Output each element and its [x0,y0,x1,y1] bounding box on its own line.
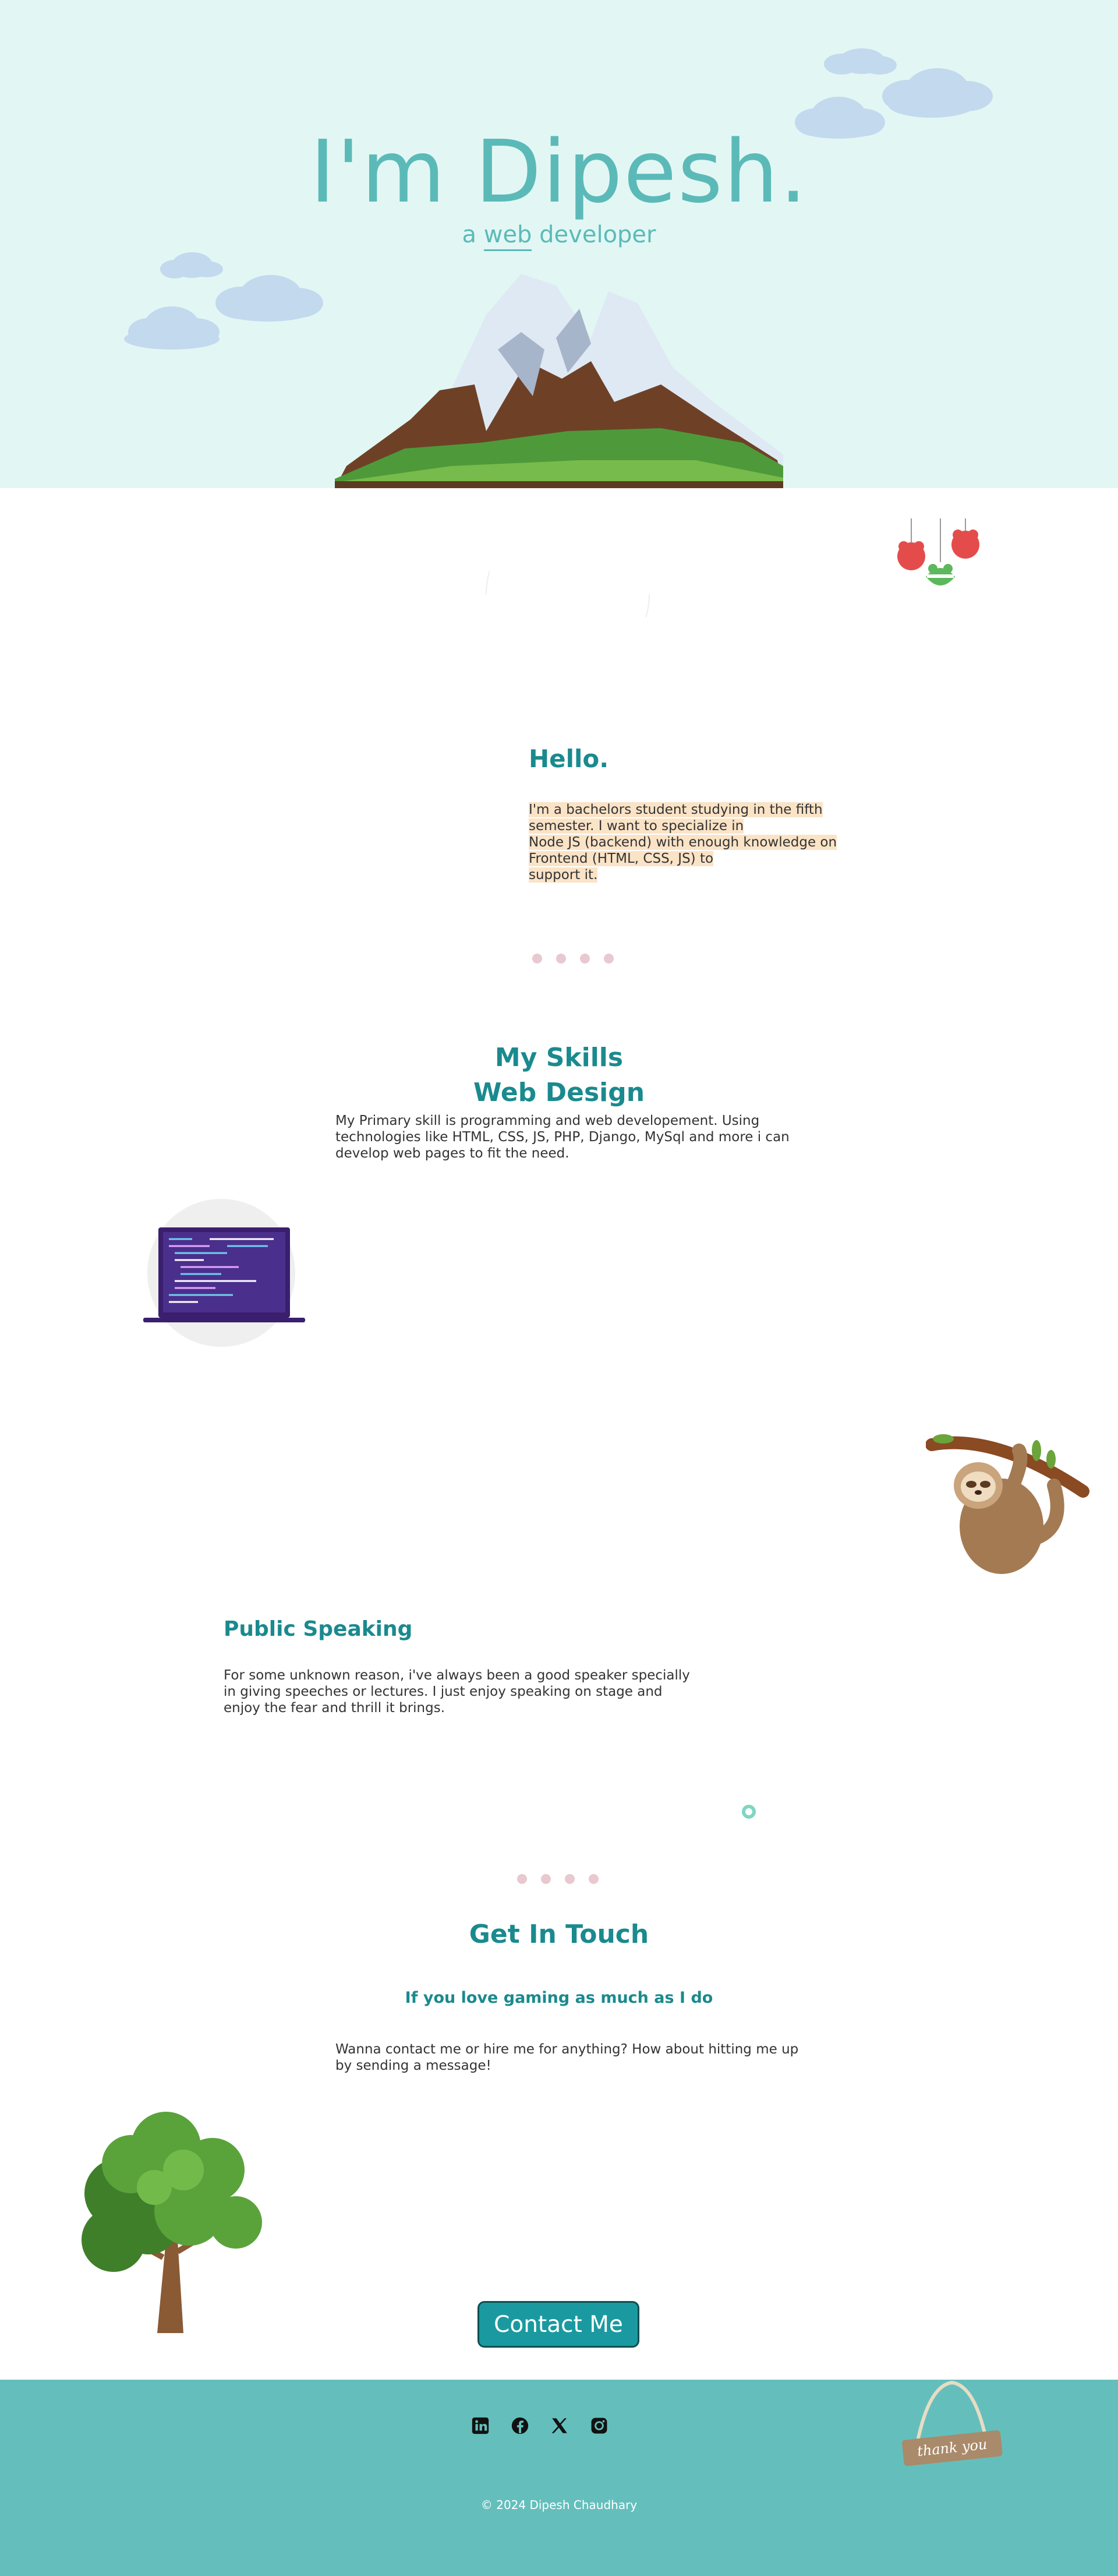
public-speaking-line: enjoy the fear and thrill it brings. [224,1700,445,1716]
about-text: I'm a bachelors student studying in the … [529,802,837,883]
linkedin-icon[interactable] [470,2416,490,2436]
sloth-illustration [926,1434,1089,1574]
ornaments-illustration [897,518,979,585]
faint-circle-decoration [486,512,650,676]
instagram-icon[interactable] [589,2416,609,2436]
about-line: Frontend (HTML, CSS, JS) to [529,851,714,866]
about-line: semester. I want to specialize in [529,818,744,834]
section-divider-dots [532,954,628,966]
thank-you-sign-illustration: thank you [901,2380,1003,2466]
subtitle-prefix: a [462,221,484,248]
x-icon[interactable] [550,2416,569,2436]
footer: © 2024 Dipesh Chaudhary thank you [0,2380,1118,2576]
about-heading: Hello. [529,744,609,773]
ring-decoration [742,1805,756,1819]
social-links [470,2416,609,2436]
clouds-left-illustration [124,252,323,350]
web-design-line: develop web pages to fit the need. [335,1146,569,1161]
copyright-text: © 2024 Dipesh Chaudhary [480,2498,638,2512]
subtitle-suffix: developer [532,221,656,248]
contact-line: Wanna contact me or hire me for anything… [335,2042,799,2057]
public-speaking-line: in giving speeches or lectures. I just e… [224,1684,663,1699]
web-design-text: My Primary skill is programming and web … [335,1113,790,1162]
contact-heading: Get In Touch [469,1919,649,1949]
tree-illustration [82,2112,262,2333]
public-speaking-text: For some unknown reason, i've always bee… [224,1667,690,1716]
contact-line: by sending a message! [335,2058,491,2073]
web-design-line: technologies like HTML, CSS, JS, PHP, Dj… [335,1130,790,1145]
skills-heading: My Skills [494,1043,624,1072]
about-line: Node JS (backend) with enough knowledge … [529,835,837,850]
web-design-title: Web Design [473,1078,645,1107]
public-speaking-line: For some unknown reason, i've always bee… [224,1668,690,1683]
public-speaking-title: Public Speaking [224,1617,413,1641]
section-divider-dots [517,1874,613,1887]
web-design-line: My Primary skill is programming and web … [335,1113,760,1128]
contact-me-button[interactable]: Contact Me [477,2301,639,2348]
hero-section: I'm Dipesh. a web developer [0,0,1118,488]
mountain-illustration [335,274,783,488]
laptop-illustration [143,1199,305,1347]
subtitle-highlight: web [483,221,532,251]
hero-title: I'm Dipesh. [310,122,808,222]
contact-text: Wanna contact me or hire me for anything… [335,2041,798,2074]
about-line: support it. [529,867,598,883]
facebook-icon[interactable] [510,2416,530,2436]
hero-subtitle: a web developer [0,221,1118,251]
about-line: I'm a bachelors student studying in the … [529,802,823,817]
contact-subheading: If you love gaming as much as I do [405,1989,713,2007]
